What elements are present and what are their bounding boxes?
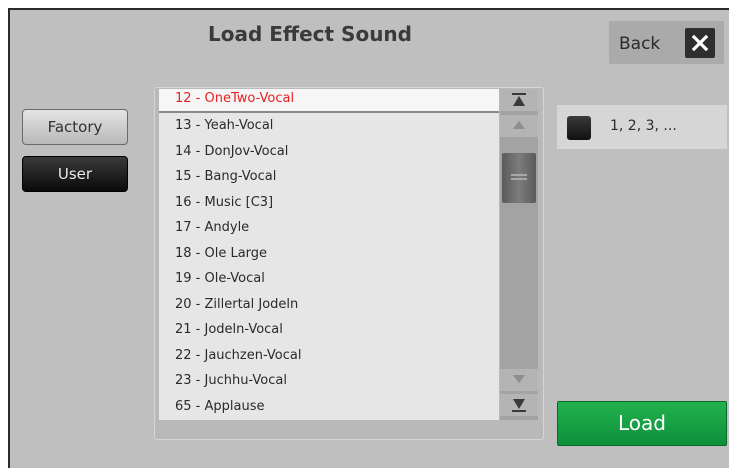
list-item[interactable]: 17 - Andyle <box>159 215 499 241</box>
sound-list[interactable]: 12 - OneTwo-Vocal 13 - Yeah-Vocal 14 - D… <box>159 89 499 420</box>
list-item-selected[interactable]: 12 - OneTwo-Vocal <box>159 89 499 113</box>
scroll-bottom-icon <box>512 399 526 412</box>
list-item[interactable]: 65 - Applause <box>159 394 499 420</box>
scroll-to-bottom-button[interactable] <box>500 394 538 416</box>
list-item[interactable]: 23 - Juchhu-Vocal <box>159 368 499 394</box>
back-label: Back <box>619 34 661 54</box>
scroll-to-top-button[interactable] <box>500 89 538 111</box>
numbering-checkbox[interactable] <box>567 116 591 140</box>
list-item[interactable]: 20 - Zillertal Jodeln <box>159 292 499 318</box>
scroll-down-icon <box>513 375 525 383</box>
scroll-down-button[interactable] <box>500 369 538 391</box>
back-button[interactable]: Back <box>609 21 724 64</box>
scroll-up-icon <box>513 121 525 129</box>
numbering-label: 1, 2, 3, ... <box>610 118 677 134</box>
list-item[interactable]: 22 - Jauchzen-Vocal <box>159 343 499 369</box>
load-button[interactable]: Load <box>557 401 727 446</box>
numbering-option[interactable]: 1, 2, 3, ... <box>557 105 727 149</box>
list-item[interactable]: 19 - Ole-Vocal <box>159 266 499 292</box>
factory-button[interactable]: Factory <box>22 109 128 145</box>
list-item[interactable]: 15 - Bang-Vocal <box>159 164 499 190</box>
list-item[interactable]: 18 - Ole Large <box>159 241 499 267</box>
user-button[interactable]: User <box>22 156 128 192</box>
scroll-thumb[interactable] <box>502 153 536 203</box>
scroll-up-button[interactable] <box>500 115 538 137</box>
scroll-top-icon <box>512 93 526 106</box>
list-item[interactable]: 14 - DonJov-Vocal <box>159 139 499 165</box>
list-item[interactable]: 16 - Music [C3] <box>159 190 499 216</box>
list-scrollbar[interactable] <box>500 89 538 420</box>
page-title: Load Effect Sound <box>207 22 412 46</box>
grip-icon <box>511 174 527 180</box>
list-item[interactable]: 13 - Yeah-Vocal <box>159 113 499 139</box>
close-icon[interactable] <box>685 28 715 58</box>
list-item[interactable]: 21 - Jodeln-Vocal <box>159 317 499 343</box>
